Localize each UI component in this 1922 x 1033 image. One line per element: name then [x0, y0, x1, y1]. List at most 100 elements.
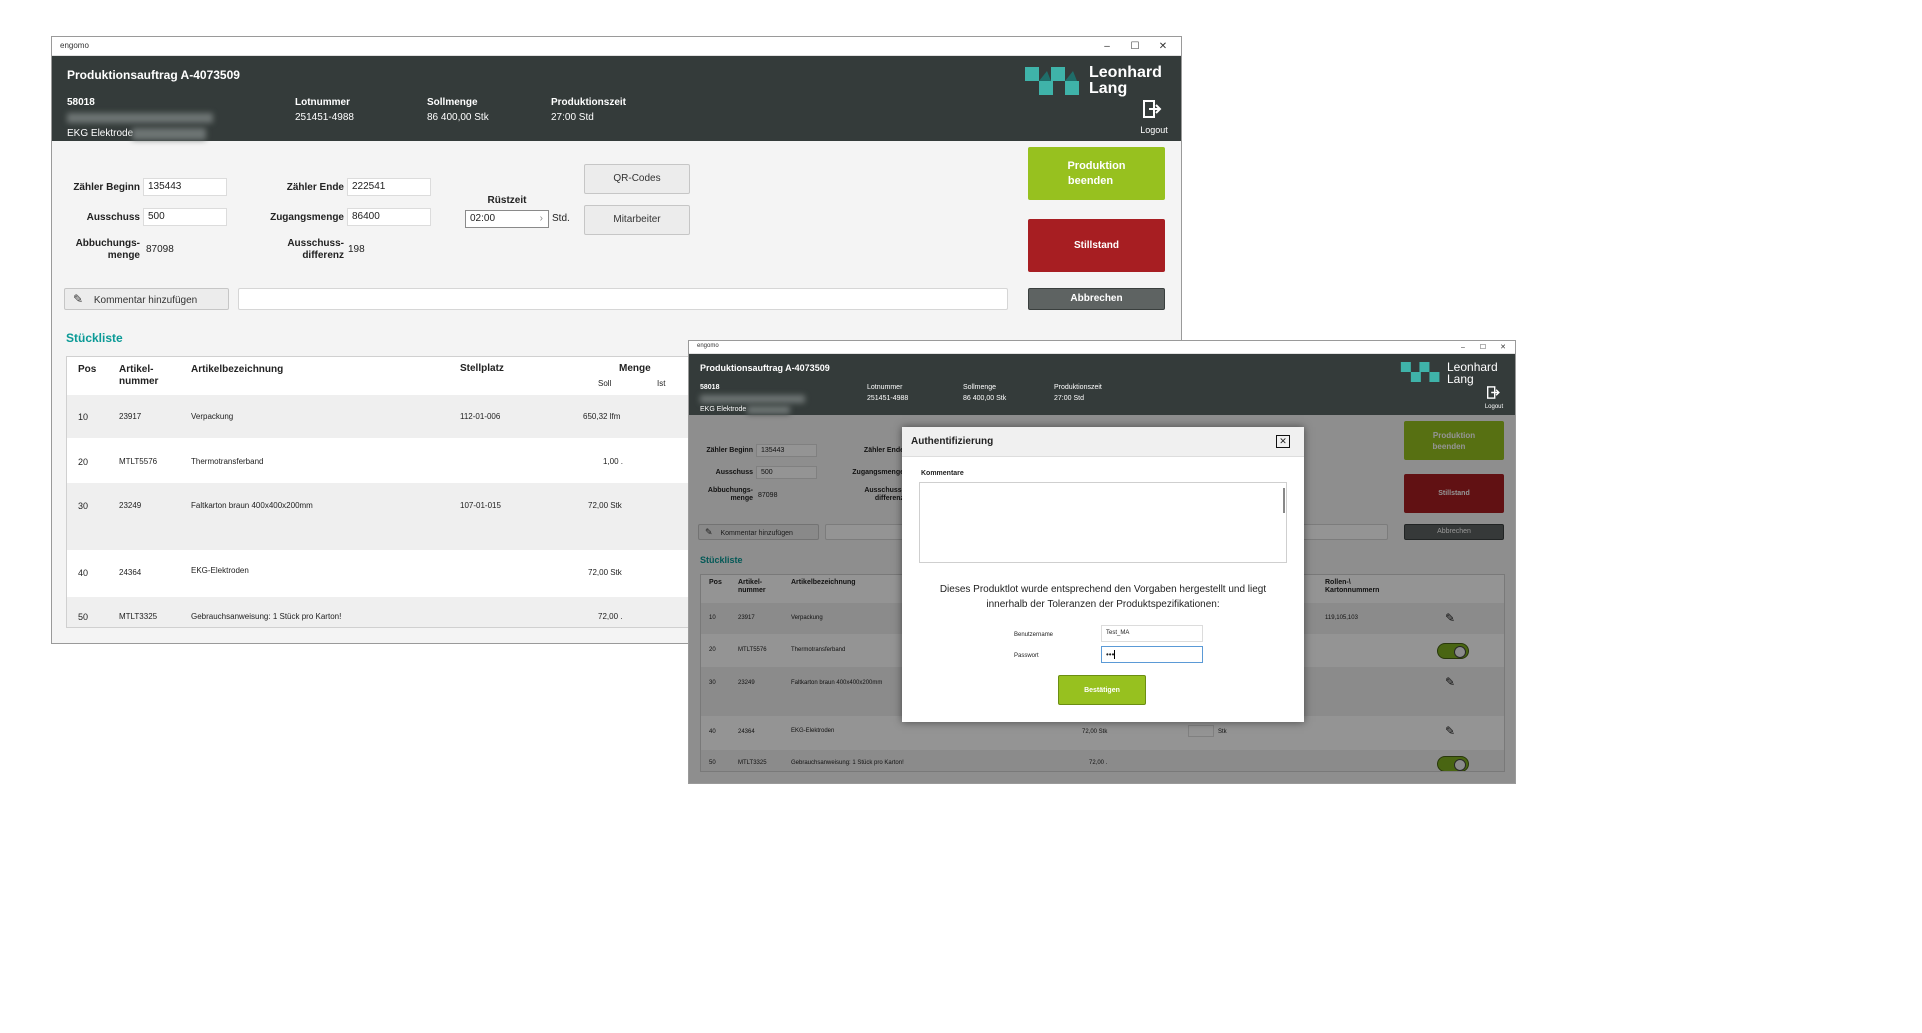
produktion-beenden-button[interactable]: Produktion beenden [1028, 147, 1165, 200]
password-input[interactable]: ••• [1101, 646, 1203, 663]
username-input[interactable]: Test_MA [1101, 625, 1203, 642]
col-header-artikelnummer: Artikel- nummer [119, 364, 158, 388]
zaehler-ende-input[interactable]: 222541 [347, 178, 431, 196]
row-bezeichnung: EKG-Elektroden [191, 566, 249, 575]
dialog-close-icon[interactable]: ✕ [1276, 435, 1290, 448]
blurred-text [700, 395, 805, 403]
ausschussdifferenz-label-line-1: Ausschuss- [287, 238, 344, 249]
row-stellplatz: 112-01-006 [460, 412, 501, 421]
window-titlebar: engomo – ☐ ✕ [689, 341, 1515, 354]
confirmation-statement: Dieses Produktlot wurde entsprechend den… [902, 582, 1304, 612]
maximize-button[interactable]: ☐ [1121, 37, 1149, 56]
row-artikel: 23249 [119, 501, 142, 510]
ausschuss-input[interactable]: 500 [143, 208, 227, 226]
kommentar-hinzufuegen-label: Kommentar hinzufügen [93, 295, 198, 306]
comment-input[interactable] [238, 288, 1008, 310]
sollmenge-value: 86 400,00 Stk [963, 395, 1007, 402]
product-name: EKG Elektrode [67, 128, 134, 139]
abbuchungsmenge-label: Abbuchungs- menge [62, 238, 140, 262]
row-pos: 10 [78, 412, 89, 422]
row-soll: 72,00 . [598, 612, 623, 621]
window-controls: – ☐ ✕ [1453, 341, 1513, 354]
row-bezeichnung: Thermotransferband [191, 457, 264, 466]
row-pos: 30 [78, 501, 89, 511]
kommentare-label: Kommentare [921, 470, 964, 477]
auth-dialog: Authentifizierung ✕ Kommentare Dieses Pr… [902, 427, 1304, 722]
blurred-text [67, 113, 213, 123]
logo-line-2: Lang [1089, 80, 1128, 97]
col-header-ist: Ist [657, 379, 666, 388]
minimize-button[interactable]: – [1093, 37, 1121, 56]
col-header-artikelnummer-line-2: nummer [119, 376, 159, 387]
logo-text: Leonhard Lang [1447, 361, 1498, 385]
row-pos: 50 [78, 612, 89, 622]
zugangsmenge-input[interactable]: 86400 [347, 208, 431, 226]
close-button[interactable]: ✕ [1149, 37, 1177, 56]
kommentare-textarea[interactable] [919, 482, 1287, 563]
table-row[interactable]: 10 23917 Verpackung 112-01-006 650,32 lf… [67, 395, 765, 438]
logo-line-1: Leonhard [1089, 64, 1162, 81]
abbuchungsmenge-label-line-1: Abbuchungs- [75, 238, 140, 249]
leonhard-lang-logo-icon [1400, 362, 1440, 382]
logo-line-2: Lang [1447, 372, 1474, 386]
table-row[interactable]: 30 23249 Faltkarton braun 400x400x200mm … [67, 483, 765, 550]
logout-icon[interactable] [1487, 386, 1501, 399]
ruestzeit-unit: Std. [552, 213, 570, 224]
mitarbeiter-button[interactable]: Mitarbeiter [584, 205, 690, 235]
leonhard-lang-logo-icon [1025, 67, 1079, 95]
zugangsmenge-label: Zugangsmenge [270, 212, 344, 223]
produktionszeit-value: 27:00 Std [1054, 395, 1084, 402]
chevron-right-icon: › [539, 213, 543, 224]
scrollbar[interactable] [1283, 488, 1285, 513]
text-cursor [1114, 650, 1116, 660]
page-title: Produktionsauftrag A-4073509 [67, 68, 240, 82]
row-soll: 72,00 Stk [588, 568, 622, 577]
row-pos: 40 [78, 568, 89, 578]
row-soll: 1,00 . [603, 457, 624, 466]
row-stellplatz: 107-01-015 [460, 501, 501, 510]
row-artikel: 24364 [119, 568, 142, 577]
row-bezeichnung: Gebrauchsanweisung: 1 Stück pro Karton! [191, 612, 342, 621]
kommentar-hinzufuegen-button[interactable]: ✎ Kommentar hinzufügen [64, 288, 229, 310]
dialog-header: Authentifizierung ✕ [902, 427, 1304, 457]
ausschussdifferenz-label: Ausschuss- differenz [252, 238, 344, 262]
table-row[interactable]: 50 MTLT3325 Gebrauchsanweisung: 1 Stück … [67, 597, 765, 627]
col-header-stellplatz: Stellplatz [460, 363, 504, 374]
statement-line-2: innerhalb der Toleranzen der Produktspez… [986, 599, 1220, 610]
ausschussdifferenz-value: 198 [348, 244, 365, 255]
maximize-button[interactable]: ☐ [1473, 341, 1493, 354]
row-bezeichnung: Verpackung [191, 412, 234, 421]
table-row[interactable]: 40 24364 EKG-Elektroden 72,00 Stk [67, 550, 765, 597]
blurred-text [132, 128, 206, 140]
minimize-button[interactable]: – [1453, 341, 1473, 354]
ruestzeit-label: Rüstzeit [487, 195, 527, 206]
produktionszeit-value: 27:00 Std [551, 112, 594, 123]
ruestzeit-input[interactable]: 02:00 › [465, 210, 549, 228]
produktion-beenden-line-1: Produktion [1067, 160, 1126, 172]
logout-label[interactable]: Logout [1137, 125, 1171, 135]
app-name: engomo [60, 41, 89, 50]
app-name: engomo [697, 343, 719, 349]
qr-codes-button[interactable]: QR-Codes [584, 164, 690, 194]
zaehler-beginn-input[interactable]: 135443 [143, 178, 227, 196]
logout-icon[interactable] [1143, 100, 1163, 118]
stillstand-button[interactable]: Stillstand [1028, 219, 1165, 272]
zaehler-ende-label: Zähler Ende [286, 182, 344, 193]
close-button[interactable]: ✕ [1493, 341, 1513, 354]
order-number: 58018 [67, 97, 95, 108]
table-row[interactable]: 20 MTLT5576 Thermotransferband 1,00 . [67, 438, 765, 483]
page-title: Produktionsauftrag A-4073509 [700, 363, 830, 373]
ausschussdifferenz-label-line-2: differenz [302, 250, 344, 261]
statement-line-1: Dieses Produktlot wurde entsprechend den… [939, 584, 1267, 595]
row-soll: 72,00 Stk [588, 501, 622, 510]
ausschuss-label: Ausschuss [86, 212, 140, 223]
pencil-icon: ✎ [73, 292, 84, 306]
ruestzeit-value: 02:00 [470, 213, 496, 224]
bestaetigen-button[interactable]: Bestätigen [1058, 675, 1146, 705]
produktion-beenden-line-2: beenden [1067, 175, 1114, 187]
password-label: Passwort [1014, 653, 1039, 659]
blurred-text [747, 406, 790, 414]
col-header-artikelnummer-line-1: Artikel- [119, 364, 154, 375]
abbrechen-button[interactable]: Abbrechen [1028, 288, 1165, 310]
logout-label[interactable]: Logout [1481, 404, 1507, 410]
